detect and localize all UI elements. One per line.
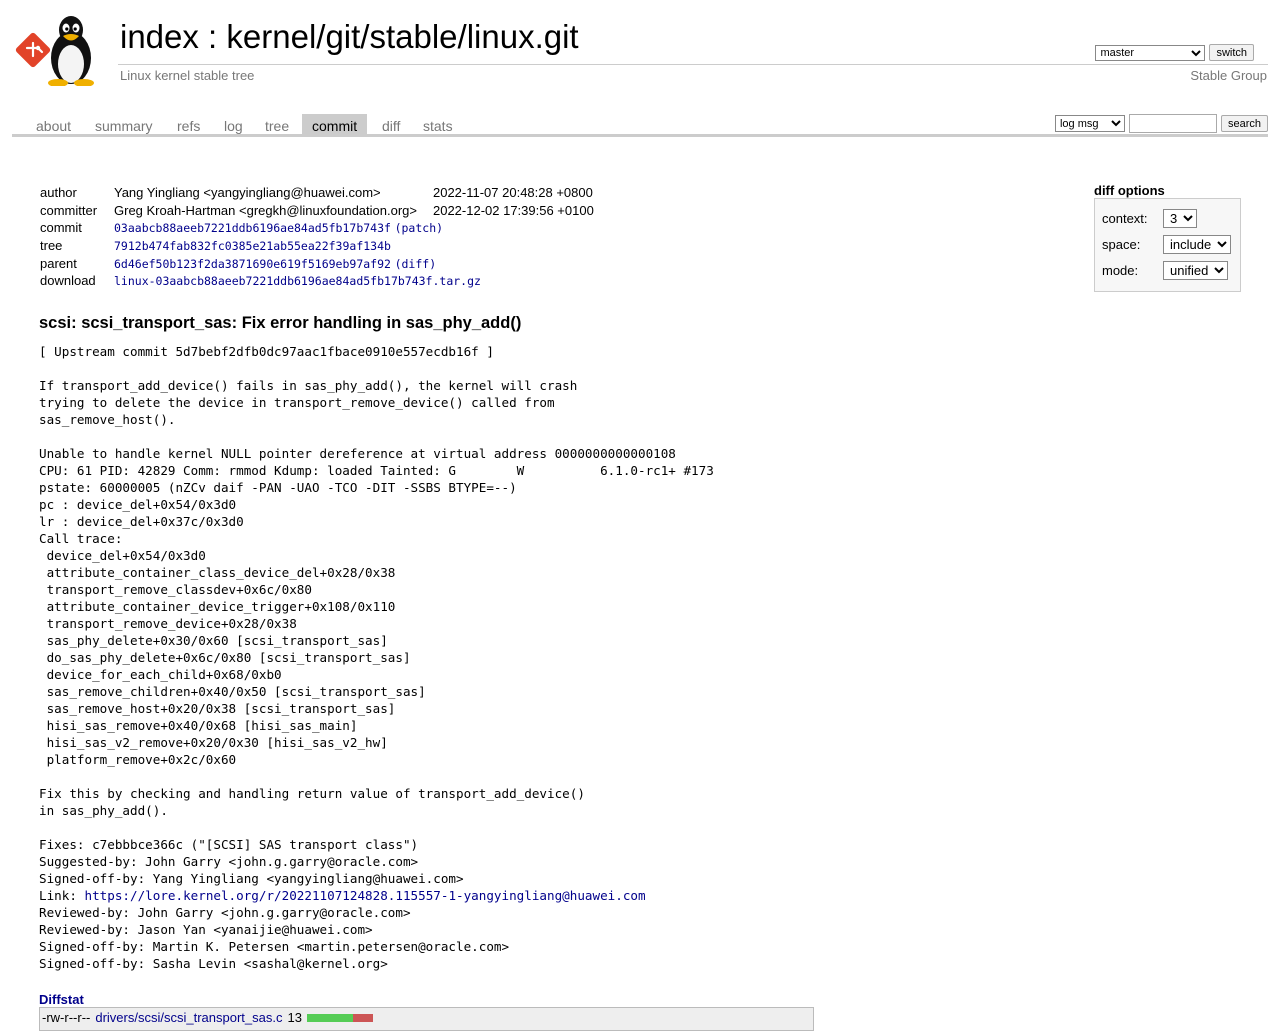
change-count: 13 xyxy=(287,1010,302,1025)
diffstat-header-link[interactable]: Diffstat xyxy=(39,992,84,1007)
parent-hash-link[interactable]: 6d46ef50b123f2da3871690e619f5169eb97af92 xyxy=(114,257,391,271)
parent-row: parent 6d46ef50b123f2da3871690e619f5169e… xyxy=(40,254,598,272)
tab-stats[interactable]: stats xyxy=(413,114,463,134)
tab-about[interactable]: about xyxy=(26,114,81,134)
context-label: context: xyxy=(1102,211,1148,226)
context-select[interactable]: 3 xyxy=(1163,209,1197,228)
commit-subject: scsi: scsi_transport_sas: Fix error hand… xyxy=(39,314,522,332)
commit-hash-link[interactable]: 03aabcb88aeeb7221ddb6196ae84ad5fb17b743f xyxy=(114,221,391,235)
context-option: context: 3 xyxy=(1102,209,1197,228)
message-trailers: Reviewed-by: John Garry <john.g.garry@or… xyxy=(39,905,510,971)
tree-row: tree 7912b474fab832fc0385e21ab55ea22f39a… xyxy=(40,237,598,255)
author-value: Yang Yingliang <yangyingliang@huawei.com… xyxy=(114,185,381,201)
author-label: author xyxy=(40,185,77,201)
link-prefix: Link: xyxy=(39,888,85,903)
search-form: log msg search xyxy=(1054,114,1268,133)
commit-row: commit 03aabcb88aeeb7221ddb6196ae84ad5fb… xyxy=(40,219,598,237)
author-row: author Yang Yingliang <yangyingliang@hua… xyxy=(40,184,598,202)
mode-option: mode: unified xyxy=(1102,261,1228,280)
repo-link[interactable]: kernel/git/stable/linux.git xyxy=(226,18,578,55)
mode-label: mode: xyxy=(1102,263,1139,278)
lore-link[interactable]: https://lore.kernel.org/r/20221107124828… xyxy=(85,888,646,903)
tab-tree[interactable]: tree xyxy=(255,114,299,134)
page-title: index : kernel/git/stable/linux.git xyxy=(120,18,579,56)
space-label: space: xyxy=(1102,237,1141,252)
mode-select[interactable]: unified xyxy=(1163,261,1228,280)
search-button[interactable]: search xyxy=(1220,115,1268,132)
header-divider xyxy=(118,64,1268,65)
cgit-logo-icon[interactable] xyxy=(14,12,110,86)
committer-date: 2022-12-02 17:39:56 +0100 xyxy=(432,202,594,218)
committer-label: committer xyxy=(40,202,98,218)
space-option: space: include xyxy=(1102,235,1231,254)
parent-diff-link[interactable]: (diff) xyxy=(395,257,437,271)
committer-row: committer Greg Kroah-Hartman <gregkh@lin… xyxy=(40,202,598,220)
tree-label: tree xyxy=(40,238,63,254)
download-row: download linux-03aabcb88aeeb7221ddb6196a… xyxy=(40,272,598,290)
diffstat-table: -rw-r--r-- drivers/scsi/scsi_transport_s… xyxy=(39,1007,814,1031)
author-date: 2022-11-07 20:48:28 +0800 xyxy=(432,185,593,201)
tab-diff[interactable]: diff xyxy=(372,114,410,134)
repo-description: Linux kernel stable tree xyxy=(120,68,255,83)
space-select[interactable]: include xyxy=(1163,235,1231,254)
added-bar xyxy=(306,1013,353,1022)
repo-owner: Stable Group xyxy=(1190,68,1267,83)
search-mode-select[interactable]: log msg xyxy=(1054,115,1125,132)
commit-info-table: author Yang Yingliang <yangyingliang@hua… xyxy=(40,184,598,290)
page-header: index : kernel/git/stable/linux.git Linu… xyxy=(0,0,1280,100)
branch-select[interactable]: master xyxy=(1095,44,1206,61)
branch-switch-form: master switch xyxy=(1095,44,1254,61)
diff-options-panel: context: 3 space: include mode: unified xyxy=(1094,198,1241,292)
tab-summary[interactable]: summary xyxy=(85,114,163,134)
change-graph xyxy=(306,1013,373,1022)
tab-log[interactable]: log xyxy=(214,114,253,134)
diff-options-title: diff options xyxy=(1094,183,1165,198)
tab-refs[interactable]: refs xyxy=(167,114,210,134)
tree-hash-link[interactable]: 7912b474fab832fc0385e21ab55ea22f39af134b xyxy=(114,239,391,253)
file-mode: -rw-r--r-- xyxy=(42,1010,91,1025)
switch-button[interactable]: switch xyxy=(1209,44,1254,61)
search-input[interactable] xyxy=(1128,114,1217,133)
removed-bar xyxy=(352,1013,373,1022)
commit-message: [ Upstream commit 5d7bebf2dfb0dc97aac1fb… xyxy=(39,343,714,972)
title-separator: : xyxy=(198,18,227,55)
commit-label: commit xyxy=(40,220,82,236)
patch-link[interactable]: (patch) xyxy=(395,221,443,235)
download-link[interactable]: linux-03aabcb88aeeb7221ddb6196ae84ad5fb1… xyxy=(114,274,481,288)
committer-value: Greg Kroah-Hartman <gregkh@linuxfoundati… xyxy=(114,202,417,218)
diffstat-row: -rw-r--r-- drivers/scsi/scsi_transport_s… xyxy=(42,1010,373,1025)
message-body: [ Upstream commit 5d7bebf2dfb0dc97aac1fb… xyxy=(39,344,714,886)
download-label: download xyxy=(40,273,96,289)
diffstat-file-link[interactable]: drivers/scsi/scsi_transport_sas.c xyxy=(95,1010,282,1025)
parent-label: parent xyxy=(40,255,77,271)
tab-commit[interactable]: commit xyxy=(302,114,368,134)
index-link[interactable]: index xyxy=(120,18,199,55)
